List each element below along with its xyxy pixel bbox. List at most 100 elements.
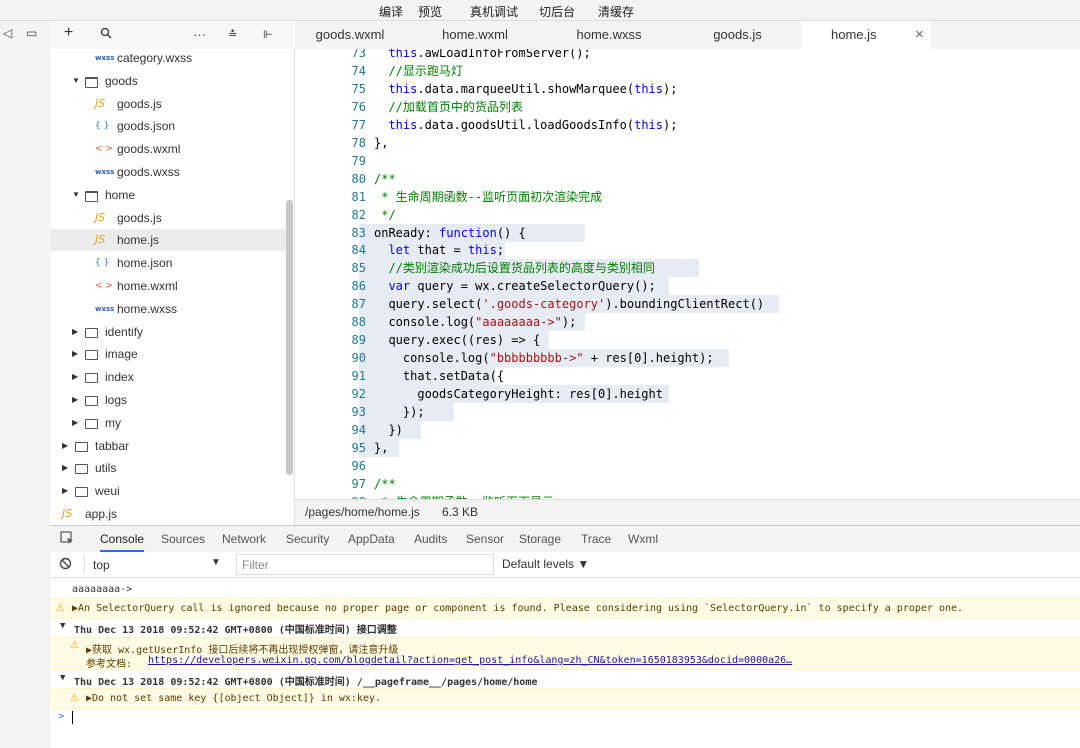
code-line: that.setData({ [374, 369, 505, 384]
panel-left-icon[interactable]: ◁ [3, 26, 12, 40]
line-number: 73 [351, 49, 366, 60]
editor-tab-label: home.wxss [576, 27, 642, 42]
doc-link[interactable]: https://developers.weixin.qq.com/blogdet… [148, 655, 792, 666]
chevron-right-icon[interactable]: ▶ [72, 389, 78, 411]
tree-file[interactable]: < > home.wxml [50, 275, 286, 297]
editor-tab-label: home.wxml [442, 27, 508, 42]
tree-scrollbar[interactable] [286, 200, 293, 475]
compile-button[interactable]: 编译 [379, 3, 403, 20]
window-icon[interactable]: ▭ [26, 26, 37, 40]
chevron-right-icon[interactable]: ▶ [62, 435, 68, 457]
tree-folder-home[interactable]: ▼ home [50, 184, 286, 206]
devtools-tab-appdata[interactable]: AppData [348, 526, 395, 552]
line-number: 75 [351, 81, 366, 96]
line-number: 94 [351, 422, 366, 437]
code-line: //类别渲染成功后设置货品列表的高度与类别相同 [374, 261, 655, 276]
devtools-tab-console[interactable]: Console [100, 526, 145, 552]
devtools-tab-network[interactable]: Network [222, 526, 266, 552]
file-path: /pages/home/home.js [305, 505, 420, 519]
chevron-right-icon[interactable]: ▶ [72, 412, 78, 434]
chevron-down-icon[interactable]: ▼ [72, 70, 80, 92]
folder-icon [75, 464, 88, 475]
chevron-right-icon[interactable]: ▶ [72, 366, 78, 388]
editor-tab[interactable]: goods.wxml [295, 21, 405, 49]
close-icon[interactable]: × [915, 21, 924, 49]
code-line: }); [374, 405, 425, 419]
tree-folder-tabbar[interactable]: ▶ tabbar [50, 435, 286, 457]
warning-row[interactable]: ⚠ ▶Do not set same key {[object Object]}… [50, 688, 1080, 709]
devtools-tabs: Console Sources Network Security AppData Audi… [50, 525, 1080, 553]
tree-folder-utils[interactable]: ▶ utils [50, 457, 286, 479]
context-select-value: top [93, 558, 110, 572]
devtools-tab-wxml[interactable]: Wxml [628, 526, 658, 552]
top-toolbar: 编译 预览 真机调试 切后台 清缓存 [0, 0, 1080, 21]
tree-file[interactable]: wxss home.wxss [50, 298, 286, 320]
line-number: 90 [351, 351, 366, 366]
chevron-right-icon[interactable]: ▶ [62, 457, 68, 479]
context-select[interactable]: top ▼ [86, 554, 230, 574]
tree-file[interactable]: { } goods.json [50, 115, 286, 137]
folder-icon [85, 418, 98, 429]
devtools-tab-storage[interactable]: Storage [519, 526, 561, 552]
split-icon[interactable]: ⊩ [263, 28, 273, 41]
tree-file[interactable]: { } home.json [50, 252, 286, 274]
tree-folder-index[interactable]: ▶ index [50, 366, 286, 388]
remote-debug-button[interactable]: 真机调试 [470, 3, 518, 20]
search-icon[interactable] [100, 27, 112, 42]
devtools-tab-trace[interactable]: Trace [581, 526, 611, 552]
filter-input[interactable]: Filter [236, 554, 494, 575]
more-icon[interactable]: ··· [193, 27, 206, 42]
log-levels-select[interactable]: Default levels ▼ [502, 557, 589, 571]
tree-folder-identify[interactable]: ▶ identify [50, 321, 286, 343]
code-line: }) [374, 422, 403, 437]
add-icon[interactable]: + [64, 24, 73, 42]
js-file-icon: JS [62, 507, 73, 520]
code-line: * 生命周期函数--监听页面初次渲染完成 [374, 189, 603, 204]
inspect-icon[interactable] [60, 531, 74, 548]
chevron-right-icon[interactable]: ▶ [72, 343, 78, 365]
tree-file[interactable]: JS goods.js [50, 207, 286, 229]
warning-row[interactable]: ⚠ ▶An SelectorQuery call is ignored beca… [50, 598, 1080, 619]
chevron-right-icon[interactable]: ▶ [62, 480, 68, 502]
devtools-tab-audits[interactable]: Audits [414, 526, 447, 552]
tree-folder-my[interactable]: ▶ my [50, 412, 286, 434]
clear-console-icon[interactable] [59, 557, 72, 573]
clear-cache-button[interactable]: 清缓存 [598, 3, 634, 20]
devtools-tab-sources[interactable]: Sources [161, 526, 205, 552]
tree-item-label: category.wxss [117, 51, 193, 65]
folder-icon [85, 373, 98, 384]
tree-item-label: home.wxss [117, 301, 178, 316]
log-line: aaaaaaaa-> [72, 584, 133, 595]
chevron-right-icon[interactable]: ▶ [72, 321, 78, 343]
editor-tab[interactable]: home.wxml [412, 21, 538, 49]
folder-open-icon [85, 190, 98, 202]
line-number: 76 [351, 99, 366, 114]
chevron-down-icon[interactable]: ▼ [72, 184, 80, 206]
tree-file[interactable]: JS home.js [50, 229, 286, 252]
js-file-icon: JS [95, 233, 106, 247]
tree-item-label: home.json [117, 256, 173, 271]
warning-row[interactable]: ⚠ ▶获取 wx.getUserInfo 接口后续将不再出现授权弹窗，请注意升级… [50, 637, 1080, 670]
editor-tab[interactable]: home.wxss [546, 21, 672, 49]
editor-tab[interactable]: goods.js [680, 21, 795, 49]
tree-file[interactable]: JS goods.js [50, 93, 286, 115]
collapse-all-icon[interactable]: ≛ [228, 28, 237, 41]
line-number: 85 [351, 261, 366, 276]
tree-file[interactable]: < > goods.wxml [50, 138, 286, 160]
log-group-title: Thu Dec 13 2018 09:52:42 GMT+0800 (中国标准时… [74, 625, 397, 636]
editor-tab[interactable]: home.js × [801, 21, 931, 49]
devtools-tab-sensor[interactable]: Sensor [466, 526, 504, 552]
preview-button[interactable]: 预览 [418, 3, 442, 20]
tree-file[interactable]: wxss goods.wxss [50, 161, 286, 183]
tree-item-label: home.wxml [117, 279, 178, 293]
tree-folder-weui[interactable]: ▶ weui [50, 480, 286, 502]
tree-file[interactable]: wxss category.wxss [50, 49, 286, 69]
tree-file[interactable]: JS app.js [50, 503, 286, 525]
tree-folder-logs[interactable]: ▶ logs [50, 389, 286, 411]
tree-folder-goods[interactable]: ▼ goods [50, 70, 286, 92]
line-number: 80 [351, 171, 366, 186]
code-editor[interactable]: 73 this.awLoadInfoFromServer(); 74 //显示跑马… [295, 49, 1080, 499]
devtools-tab-security[interactable]: Security [286, 526, 329, 552]
tree-folder-image[interactable]: ▶ image [50, 343, 286, 365]
background-button[interactable]: 切后台 [539, 3, 575, 20]
